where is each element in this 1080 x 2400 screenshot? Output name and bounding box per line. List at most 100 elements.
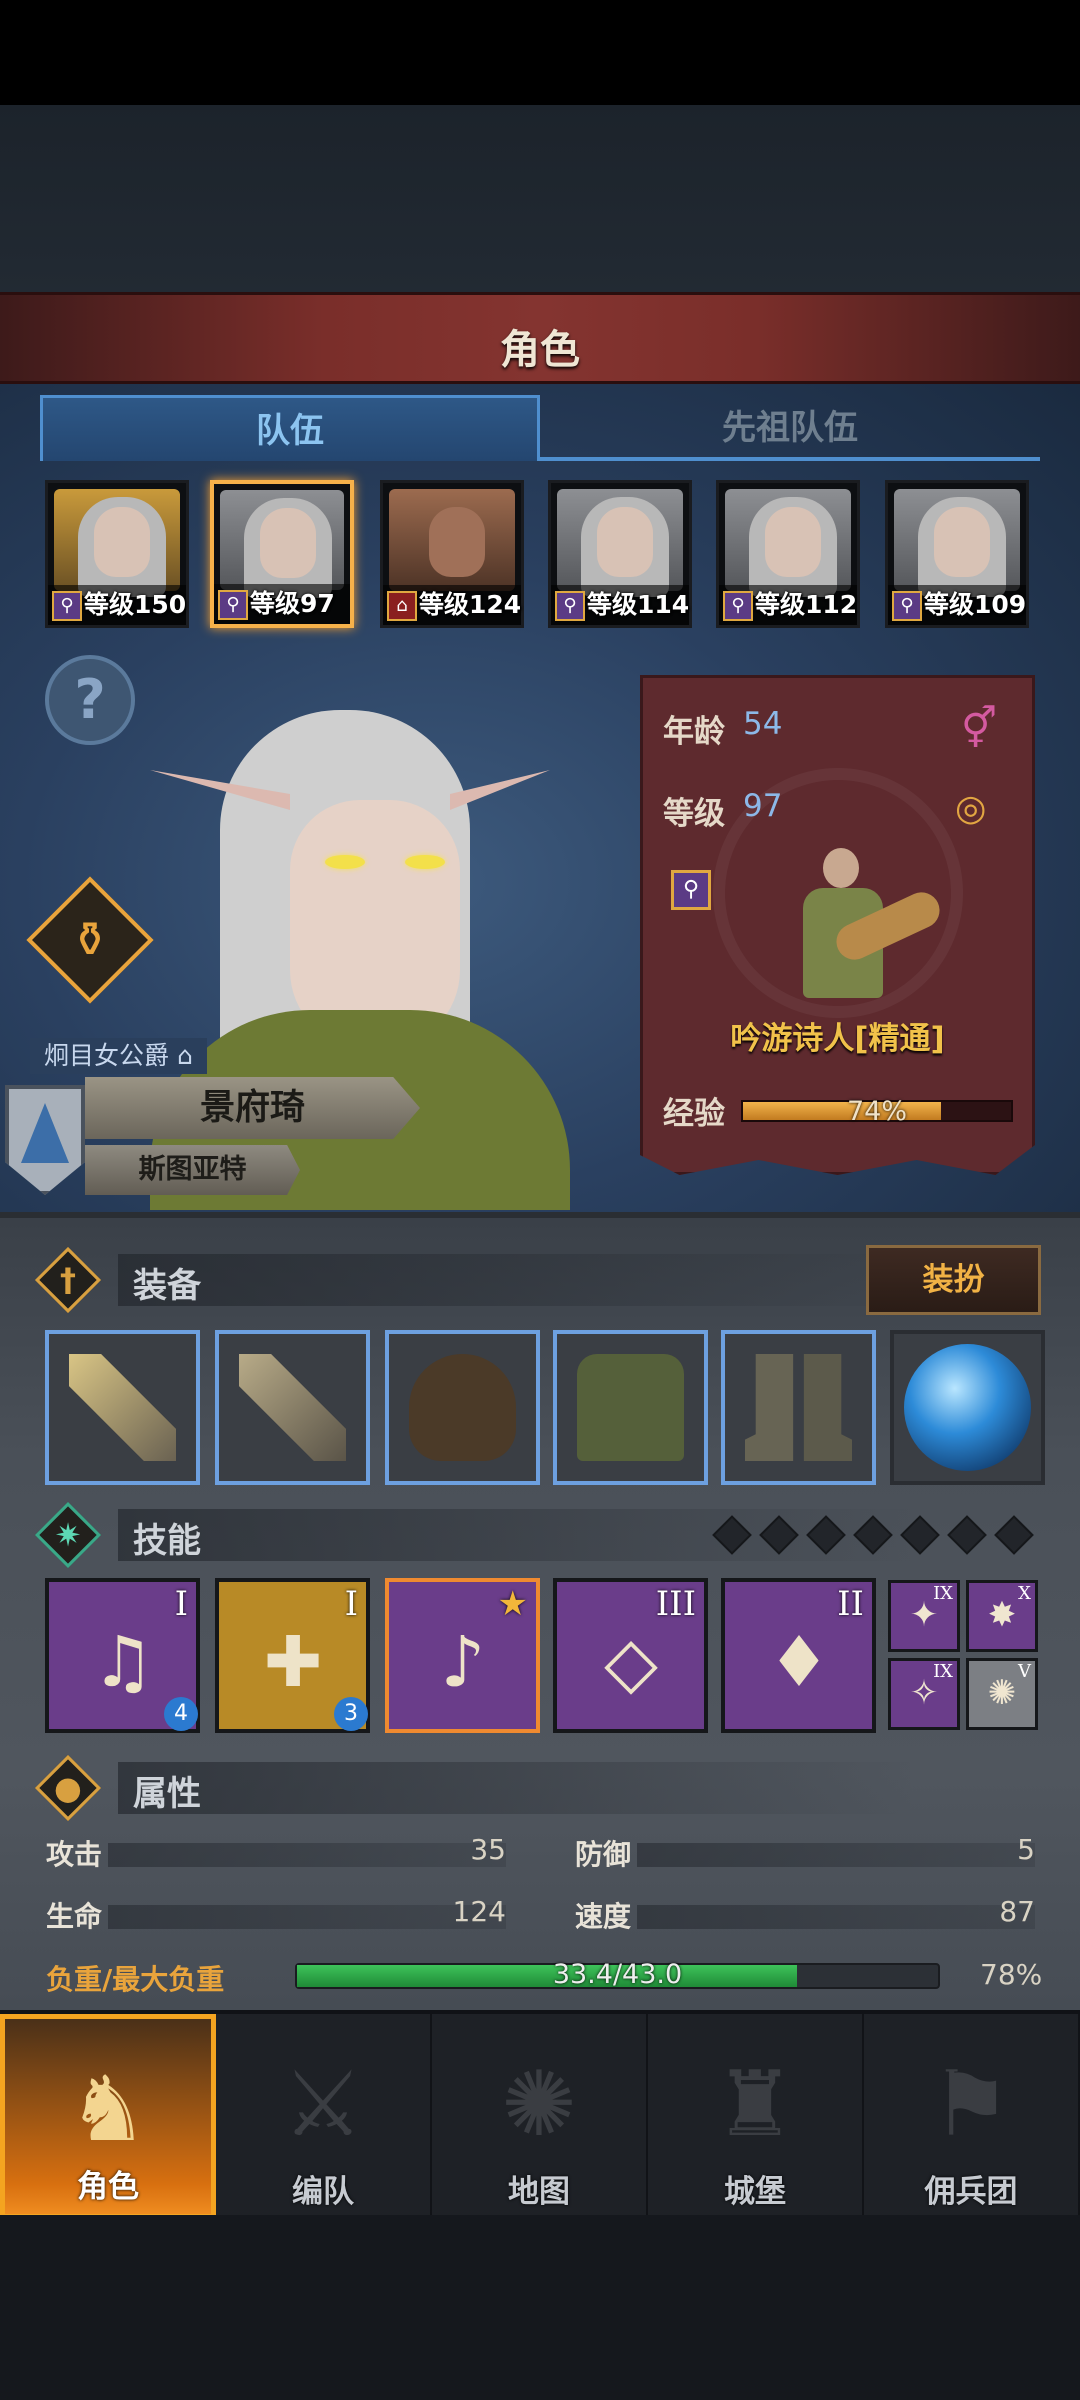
equip-slot-head[interactable] (385, 1330, 540, 1485)
passive-skill-1[interactable]: IX ✦ (888, 1580, 960, 1652)
party-portrait-5[interactable]: ⚲ 等级112 (716, 480, 860, 628)
page-title: 角色 (500, 327, 580, 373)
portrait-face (557, 489, 683, 597)
tab-party[interactable]: 队伍 (40, 395, 540, 461)
portrait-level: 等级109 (924, 590, 1027, 619)
skill-slot-dot (712, 1515, 752, 1555)
portrait-level: 等级97 (250, 589, 335, 618)
dress-up-button[interactable]: 装扮 (866, 1245, 1041, 1315)
exp-bar: 74% (741, 1096, 1013, 1127)
class-name: 吟游诗人[精通] (730, 1021, 945, 1057)
passive-skill-2[interactable]: X ✸ (966, 1580, 1038, 1652)
party-portrait-3[interactable]: ⌂ 等级124 (380, 480, 524, 628)
character-title: 炯目女公爵 ⌂ (30, 1038, 207, 1074)
character-name[interactable]: 景府琦 (85, 1077, 420, 1139)
staff-icon: ⚲ (555, 591, 585, 621)
heal-shield-icon: ✚ (263, 1621, 323, 1703)
party-portrait-4[interactable]: ⚲ 等级114 (548, 480, 692, 628)
equipment-label: 装备 (133, 1266, 201, 1306)
portrait-face (54, 489, 180, 597)
weight-label: 负重/最大负重 (46, 1963, 225, 1996)
nav-character[interactable]: ♞ 角色 (0, 2014, 216, 2219)
weight-text: 33.4/43.0 (552, 1959, 683, 1990)
passive-skill-3[interactable]: IX ✧ (888, 1658, 960, 1730)
skill-slot-dot (759, 1515, 799, 1555)
stat-speed: 速度 87 (575, 1895, 1035, 1933)
ring-icon: ◎ (955, 788, 987, 829)
skill-2[interactable]: I ✚ 3 (215, 1578, 370, 1733)
nav-map[interactable]: ✺ 地图 (432, 2014, 648, 2219)
bard-figure (793, 848, 946, 998)
skill-level-badge: 4 (164, 1697, 198, 1731)
status-bar-area (0, 0, 1080, 105)
weight-percent: 78% (980, 1958, 1043, 1991)
skill-4[interactable]: III ◇ (553, 1578, 708, 1733)
staff-icon: ⚲ (723, 591, 753, 621)
portrait-level: 等级114 (587, 590, 690, 619)
female-icon: ⚥ (961, 706, 998, 752)
equip-slot-offhand[interactable] (215, 1330, 370, 1485)
skill-5[interactable]: II ♦ (721, 1578, 876, 1733)
party-portrait-6[interactable]: ⚲ 等级109 (885, 480, 1029, 628)
sword-icon: † (60, 1261, 76, 1299)
attributes-label: 属性 (133, 1774, 201, 1814)
portrait-level: 等级150 (84, 590, 187, 619)
nav-castle[interactable]: ♜ 城堡 (648, 2014, 864, 2219)
party-crystal-icon: ♦ (767, 1621, 831, 1703)
crystal-note-icon: ♪ (440, 1621, 486, 1703)
party-tabs: 队伍 先祖队伍 (40, 395, 1040, 465)
staff-icon: ⚲ (218, 590, 248, 620)
portrait-face (220, 490, 344, 598)
crystal-icon: ◇ (604, 1621, 658, 1703)
portrait-level: 等级124 (419, 590, 522, 619)
attributes-header: ● 属性 (34, 1754, 1038, 1822)
bottom-nav: ♞ 角色 ⚔ 编队 ✺ 地图 ♜ 城堡 ⚑ 佣兵团 (0, 2010, 1080, 2219)
skill-star-icon: ✷ (54, 1516, 82, 1554)
passive-skill-4[interactable]: V ✺ (966, 1658, 1038, 1730)
equip-slot-boots[interactable] (721, 1330, 876, 1485)
portrait-face (725, 489, 851, 597)
skill-level-badge: 3 (334, 1697, 368, 1731)
system-nav-area (0, 2215, 1080, 2400)
shatter-icon: ✺ (987, 1673, 1017, 1713)
stat-hp: 生命 124 (46, 1895, 506, 1933)
party-portrait-2[interactable]: ⚲ 等级97 (210, 480, 354, 628)
exp-label: 经验 (663, 1096, 725, 1132)
skill-1[interactable]: I ♫ 4 (45, 1578, 200, 1733)
target-icon: ✧ (909, 1673, 939, 1713)
equip-slot-orb[interactable] (890, 1330, 1045, 1485)
age-label: 年龄 (663, 714, 725, 750)
skills-label: 技能 (133, 1521, 201, 1561)
castle-icon: ♜ (714, 2052, 796, 2157)
portrait-face (389, 489, 515, 591)
staff-icon: ⚲ (52, 591, 82, 621)
nav-mercenary[interactable]: ⚑ 佣兵团 (864, 2014, 1080, 2219)
help-icon[interactable]: ? (45, 655, 135, 745)
music-note-icon: ♫ (91, 1621, 155, 1703)
spear-icon: ✦ (909, 1595, 939, 1635)
skill-slot-dot (806, 1515, 846, 1555)
equip-slot-body[interactable] (553, 1330, 708, 1485)
stat-attack: 攻击 35 (46, 1833, 506, 1871)
portrait-face (894, 489, 1020, 597)
weight-bar: 33.4/43.0 (295, 1959, 940, 1990)
nav-formation[interactable]: ⚔ 编队 (216, 2014, 432, 2219)
character-region: 斯图亚特 (85, 1145, 300, 1195)
staff-icon: ⚲ (671, 870, 711, 910)
level-value: 97 (743, 788, 783, 824)
exp-text: 74% (846, 1096, 907, 1127)
person-icon: ● (54, 1769, 82, 1807)
skill-3[interactable]: ★ ♪ (385, 1578, 540, 1733)
age-value: 54 (743, 706, 783, 742)
skill-slot-dot (853, 1515, 893, 1555)
party-portrait-1[interactable]: ⚲ 等级150 (45, 480, 189, 628)
mercenary-icon: ⚑ (930, 2052, 1012, 2157)
formation-icon: ⚔ (282, 2052, 364, 2157)
portrait-level: 等级112 (755, 590, 858, 619)
level-label: 等级 (663, 796, 725, 832)
house-icon: ⌂ (387, 591, 417, 621)
compass-icon: ✺ (501, 2052, 577, 2157)
equip-slot-weapon[interactable] (45, 1330, 200, 1485)
tab-ancestor-party[interactable]: 先祖队伍 (540, 395, 1040, 461)
header-backdrop (0, 105, 1080, 295)
